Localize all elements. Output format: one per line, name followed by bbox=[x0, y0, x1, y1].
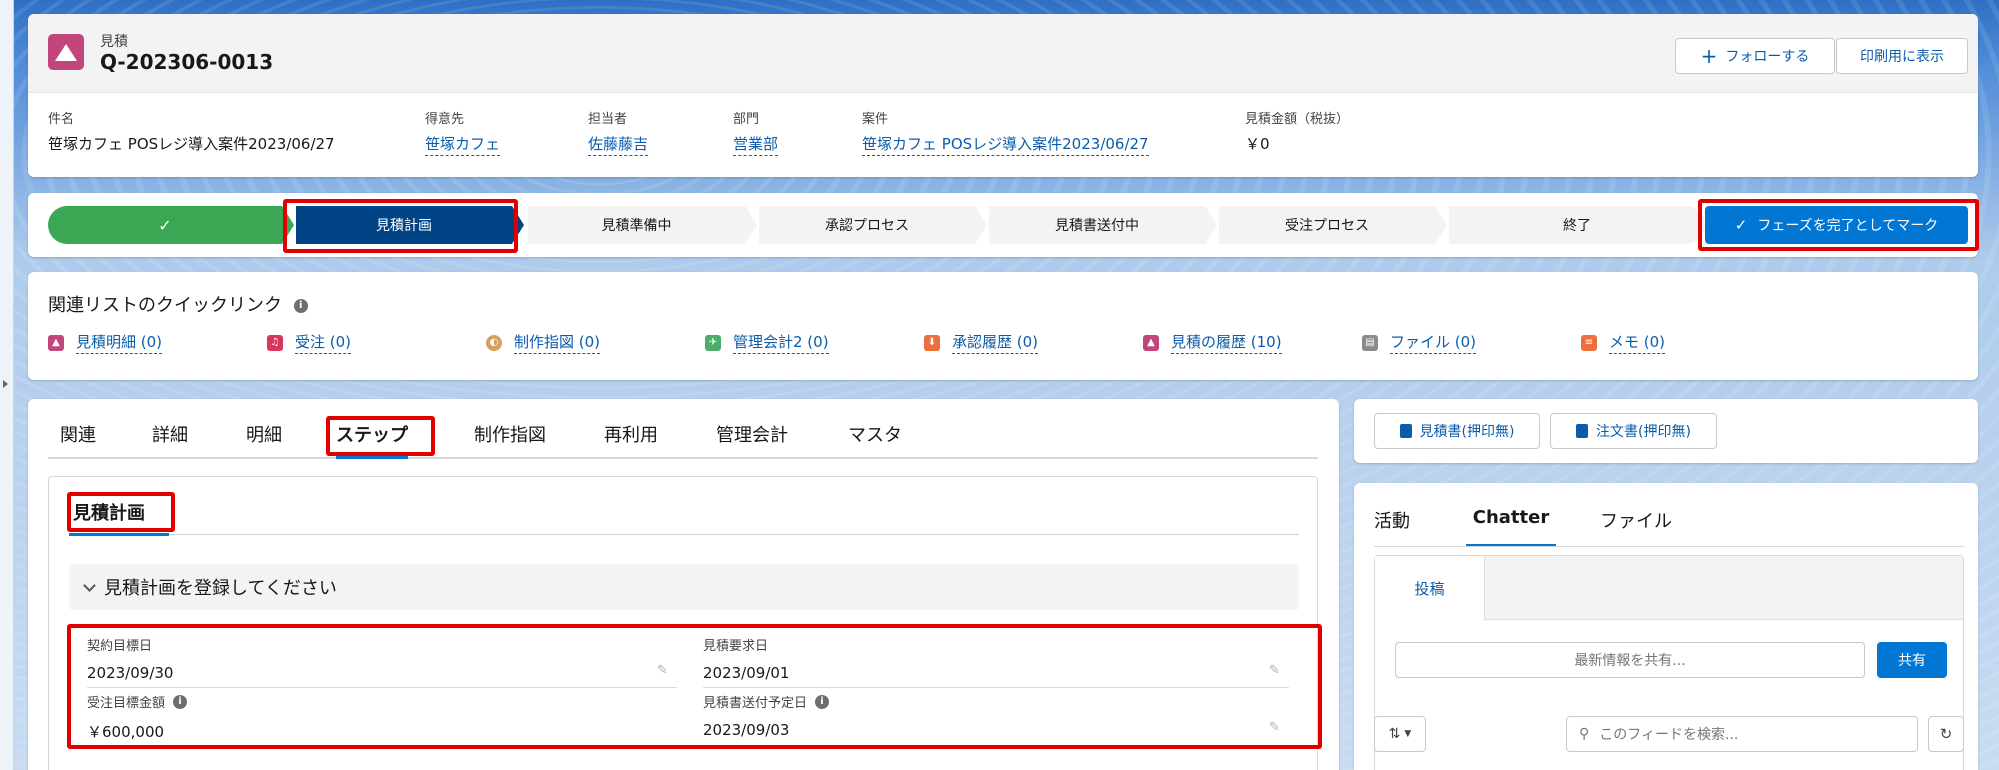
pencil-icon[interactable]: ✎ bbox=[657, 663, 668, 678]
left-utility-edge[interactable] bbox=[0, 0, 14, 770]
opportunity-link[interactable]: 笹塚カフェ POSレジ導入案件2023/06/27 bbox=[862, 133, 1149, 156]
note-icon: ≡ bbox=[1581, 334, 1597, 351]
quicklink-accounting[interactable]: ✈ 管理会計2 (0) bbox=[705, 331, 829, 354]
tab-lines[interactable]: 明細 bbox=[246, 423, 282, 459]
field-opportunity: 案件 笹塚カフェ POSレジ導入案件2023/06/27 bbox=[862, 108, 1149, 156]
document-actions-card: 見積書(押印無) 注文書(押印無) bbox=[1354, 399, 1978, 463]
field-amount: 見積金額（税抜） ￥0 bbox=[1245, 112, 1350, 153]
tab-related[interactable]: 関連 bbox=[60, 423, 96, 459]
tab-steps[interactable]: ステップ bbox=[336, 423, 408, 459]
field-department: 部門 営業部 bbox=[733, 108, 779, 156]
approval-icon: ⬇ bbox=[924, 334, 940, 351]
related-quick-links: 関連リストのクイックリンク i ▲ 見積明細 (0) ♫ 受注 (0) ◐ 制作… bbox=[28, 272, 1978, 380]
path-stage-approval[interactable]: 承認プロセス bbox=[759, 206, 975, 244]
order-document-button[interactable]: 注文書(押印無) bbox=[1550, 413, 1717, 449]
path-stage-sending[interactable]: 見積書送付中 bbox=[989, 206, 1205, 244]
history-icon: ▲ bbox=[1143, 334, 1159, 351]
record-header: 見積 Q-202306-0013 + フォローする 印刷用に表示 件名 笹塚カフ… bbox=[28, 14, 1978, 177]
info-icon[interactable]: i bbox=[815, 694, 830, 709]
field-owner: 担当者 佐藤藤吉 bbox=[588, 108, 649, 156]
quicklink-files[interactable]: ▤ ファイル (0) bbox=[1362, 331, 1477, 354]
tab-chatter[interactable]: Chatter bbox=[1466, 507, 1556, 547]
check-icon: ✓ bbox=[1734, 216, 1748, 234]
tab-production[interactable]: 制作指図 bbox=[474, 423, 546, 459]
info-icon[interactable]: i bbox=[293, 299, 308, 313]
print-view-button[interactable]: 印刷用に表示 bbox=[1836, 38, 1968, 74]
pencil-icon[interactable]: ✎ bbox=[1269, 720, 1280, 735]
path-stage-completed[interactable]: ✓ bbox=[48, 206, 282, 244]
quicklink-quote-history[interactable]: ▲ 見積の履歴 (10) bbox=[1143, 331, 1282, 354]
sort-feed-button[interactable]: ⇅ ▼ bbox=[1374, 716, 1426, 752]
quote-icon: ▲ bbox=[48, 334, 64, 351]
record-tabs: 関連 詳細 明細 ステップ 制作指図 再利用 管理会計 マスタ bbox=[48, 423, 1318, 459]
path-stage-ordering[interactable]: 受注プロセス bbox=[1219, 206, 1435, 244]
print-label: 印刷用に表示 bbox=[1860, 49, 1944, 65]
tab-accounting[interactable]: 管理会計 bbox=[716, 423, 788, 459]
customer-link[interactable]: 笹塚カフェ bbox=[425, 133, 501, 156]
field-order-target-amount[interactable]: 受注目標金額 i ￥600,000 bbox=[87, 692, 677, 742]
accounting-icon: ✈ bbox=[705, 334, 721, 351]
header-top: 見積 Q-202306-0013 + フォローする 印刷用に表示 bbox=[28, 14, 1978, 93]
section-title: 見積計画 bbox=[73, 503, 145, 524]
search-icon: ⚲ bbox=[1579, 726, 1590, 742]
follow-label: フォローする bbox=[1725, 49, 1810, 65]
tab-files[interactable]: ファイル bbox=[1600, 507, 1672, 547]
quote-object-icon bbox=[48, 34, 84, 70]
path-bar: ✓ 見積計画 見積準備中 承認プロセス 見積書送付中 受注プロセス 終了 ✓ フ… bbox=[28, 193, 1978, 257]
plan-accordion[interactable]: 見積計画を登録してください bbox=[69, 564, 1299, 610]
quicklink-approval-history[interactable]: ⬇ 承認履歴 (0) bbox=[924, 331, 1039, 354]
highlights-fields: 件名 笹塚カフェ POSレジ導入案件2023/06/27 得意先 笹塚カフェ 担… bbox=[28, 108, 1978, 168]
share-button[interactable]: 共有 bbox=[1877, 642, 1947, 678]
quicklink-notes[interactable]: ≡ メモ (0) bbox=[1581, 331, 1666, 354]
tab-activity[interactable]: 活動 bbox=[1374, 507, 1410, 547]
quicklink-production[interactable]: ◐ 制作指図 (0) bbox=[486, 331, 601, 354]
document-icon bbox=[1576, 424, 1589, 438]
file-icon: ▤ bbox=[1362, 334, 1378, 351]
info-icon[interactable]: i bbox=[173, 694, 188, 709]
pencil-icon[interactable]: ✎ bbox=[1269, 663, 1280, 678]
quicklink-orders[interactable]: ♫ 受注 (0) bbox=[267, 331, 352, 354]
path-stage-current[interactable]: 見積計画 bbox=[296, 206, 512, 244]
share-update-input[interactable]: 最新情報を共有... bbox=[1395, 642, 1865, 678]
path-stage-preparing[interactable]: 見積準備中 bbox=[528, 206, 745, 244]
check-icon: ✓ bbox=[158, 215, 172, 235]
expand-caret-icon[interactable] bbox=[3, 380, 8, 388]
mark-stage-complete-button[interactable]: ✓ フェーズを完了としてマーク bbox=[1705, 206, 1968, 244]
record-name: Q-202306-0013 bbox=[100, 50, 274, 74]
tab-post[interactable]: 投稿 bbox=[1375, 556, 1485, 621]
plus-icon: + bbox=[1700, 44, 1718, 68]
refresh-feed-button[interactable]: ↻ bbox=[1928, 716, 1964, 752]
follow-button[interactable]: + フォローする bbox=[1675, 38, 1835, 74]
path-stage-closed[interactable]: 終了 bbox=[1449, 206, 1705, 244]
tab-reuse[interactable]: 再利用 bbox=[604, 423, 658, 459]
tab-master[interactable]: マスタ bbox=[848, 423, 902, 459]
main-tabset-card: 関連 詳細 明細 ステップ 制作指図 再利用 管理会計 マスタ 見積計画 見積計… bbox=[28, 399, 1339, 770]
chevron-down-icon bbox=[83, 578, 96, 592]
object-label: 見積 bbox=[100, 34, 128, 50]
chevron-down-icon: ▼ bbox=[1404, 729, 1412, 739]
path-stages: ✓ 見積計画 見積準備中 承認プロセス 見積書送付中 受注プロセス 終了 bbox=[48, 206, 1705, 244]
step-panel: 見積計画 見積計画を登録してください 契約目標日 2023/09/30 ✎ 見積… bbox=[48, 476, 1318, 770]
field-subject: 件名 笹塚カフェ POSレジ導入案件2023/06/27 bbox=[48, 112, 335, 153]
quote-document-button[interactable]: 見積書(押印無) bbox=[1374, 413, 1540, 449]
department-link[interactable]: 営業部 bbox=[733, 133, 779, 156]
refresh-icon: ↻ bbox=[1939, 725, 1953, 743]
owner-link[interactable]: 佐藤藤吉 bbox=[588, 133, 649, 156]
feed-search-input[interactable]: ⚲ このフィードを検索... bbox=[1566, 716, 1918, 752]
quicklink-quote-lines[interactable]: ▲ 見積明細 (0) bbox=[48, 331, 163, 354]
sort-icon: ⇅ bbox=[1388, 726, 1401, 742]
field-quote-request-date[interactable]: 見積要求日 2023/09/01 ✎ bbox=[703, 635, 1289, 688]
field-quote-send-date[interactable]: 見積書送付予定日 i 2023/09/03 ✎ bbox=[703, 692, 1289, 739]
quick-links-title: 関連リストのクイックリンク i bbox=[48, 291, 308, 317]
document-icon bbox=[1399, 424, 1412, 438]
production-icon: ◐ bbox=[486, 334, 502, 351]
order-icon: ♫ bbox=[267, 334, 283, 351]
activity-chatter-card: 活動 Chatter ファイル 投稿 最新情報を共有... 共有 ⇅ ▼ ⚲ こ… bbox=[1354, 483, 1978, 770]
field-customer: 得意先 笹塚カフェ bbox=[425, 108, 501, 156]
field-contract-target-date[interactable]: 契約目標日 2023/09/30 ✎ bbox=[87, 635, 677, 688]
tab-details[interactable]: 詳細 bbox=[152, 423, 188, 459]
